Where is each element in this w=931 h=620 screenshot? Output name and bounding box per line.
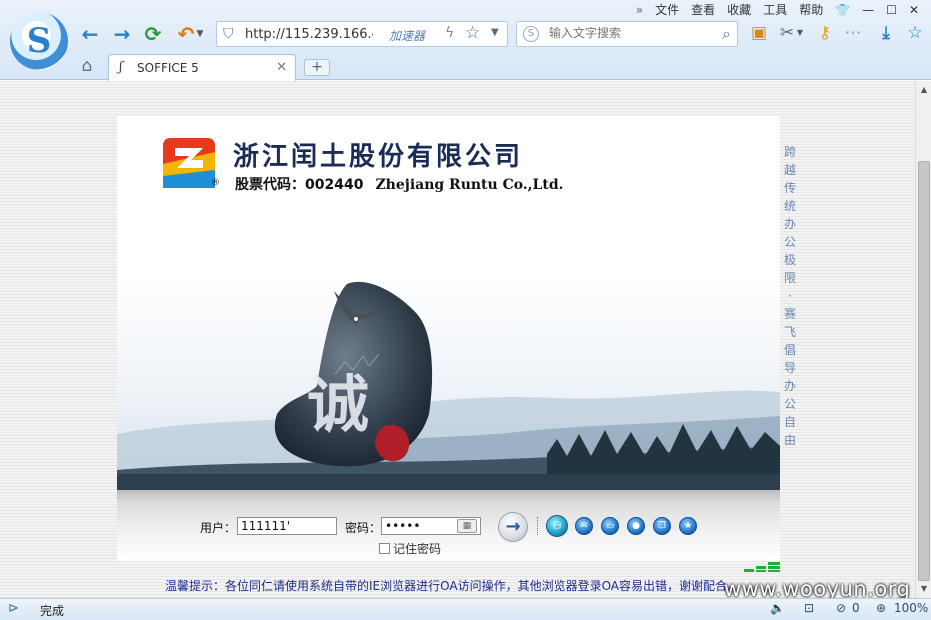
copy-icon[interactable]: ❐ (653, 517, 671, 535)
window-icon[interactable]: ⊡ (804, 601, 814, 615)
zoom-icon[interactable]: ⊕ (876, 601, 886, 615)
menu-file[interactable]: 文件 (655, 1, 679, 18)
scroll-down-icon[interactable]: ▼ (919, 584, 929, 594)
signal-icon (744, 562, 780, 572)
scroll-thumb[interactable] (918, 161, 930, 581)
refresh-button[interactable]: ⟳ (141, 22, 165, 46)
menu-expand-icon[interactable]: » (636, 3, 643, 17)
menu-tools[interactable]: 工具 (763, 1, 787, 18)
password-label: 密码： (345, 521, 382, 535)
tab-soffice[interactable]: ʃ SOFFICE 5 ✕ (108, 54, 296, 81)
status-bar: ⊳ 完成 🔈 ⊡ ⊘ 0 ⊕ 100% (0, 598, 931, 620)
skin-icon[interactable]: 👕 (835, 3, 850, 17)
stock-info: 股票代码：002440 Zhejiang Runtu Co.,Ltd. (235, 174, 564, 194)
lightning-icon[interactable]: ϟ (445, 25, 454, 41)
home-icon[interactable]: ⌂ (76, 56, 98, 76)
tab-close-icon[interactable]: ✕ (276, 60, 287, 75)
menu-help[interactable]: 帮助 (799, 1, 823, 18)
menu-favorites[interactable]: 收藏 (727, 1, 751, 18)
tab-bar: ⌂ ʃ SOFFICE 5 ✕ + (0, 52, 931, 81)
menu-bar: » 文件 查看 收藏 工具 帮助 👕 — ☐ ✕ (636, 1, 919, 18)
remember-checkbox[interactable] (379, 543, 390, 554)
sidebar-toggle-icon[interactable]: ⊳ (8, 601, 19, 616)
status-text: 完成 (40, 604, 65, 618)
key-icon[interactable]: ⚷ (814, 22, 836, 44)
login-panel: ® 浙江闰土股份有限公司 股票代码：002440 Zhejiang Runtu C… (117, 116, 780, 561)
scroll-up-icon[interactable]: ▲ (919, 85, 929, 95)
shield-icon: ⛉ (223, 26, 234, 42)
login-form: 用户： 密码： ▦ 记住密码 → ⚇ ✉ ▭ ● ❐ ★ (117, 490, 780, 561)
forward-button[interactable]: → (110, 22, 134, 46)
stock-code: 股票代码：002440 (235, 177, 364, 193)
monitor-icon[interactable]: ▭ (601, 517, 619, 535)
landscape-illustration: 诚 (117, 274, 780, 490)
close-icon[interactable]: ✕ (909, 3, 919, 17)
user-label: 用户： (200, 521, 237, 535)
connect-icon[interactable]: ⚇ (546, 515, 568, 537)
username-input[interactable] (237, 517, 337, 535)
vertical-scrollbar[interactable]: ▲ ▼ (915, 81, 931, 598)
watermark: www.wooyun.org (724, 577, 911, 598)
search-engine-icon[interactable]: S (523, 26, 539, 42)
new-tab-button[interactable]: + (304, 59, 330, 76)
page-content: ® 浙江闰土股份有限公司 股票代码：002440 Zhejiang Runtu C… (0, 81, 915, 598)
search-box[interactable]: S ⌕ (516, 21, 738, 47)
cut-dropdown-icon[interactable]: ▼ (794, 22, 806, 44)
tab-favicon: ʃ (119, 60, 123, 75)
back-button[interactable]: ← (78, 22, 102, 46)
side-slogan: 跨 越 传 统 办 公 极 限 · 赛 飞 倡 导 办 公 自 由 (783, 145, 796, 447)
star-badge-icon[interactable]: ★ (679, 517, 697, 535)
download-icon[interactable]: ⤓ (875, 22, 897, 44)
maximize-icon[interactable]: ☐ (886, 3, 897, 17)
more-icon[interactable]: ⋯ (842, 22, 864, 44)
favorite-star-icon[interactable]: ☆ (465, 23, 480, 43)
user-icon[interactable]: ● (627, 517, 645, 535)
zoom-level[interactable]: 100% (894, 601, 928, 615)
block-icon[interactable]: ⊘ (836, 601, 846, 615)
remember-label: 记住密码 (393, 542, 442, 556)
address-dropdown-icon[interactable]: ▼ (491, 27, 499, 38)
search-icon[interactable]: ⌕ (722, 24, 731, 44)
scene-character: 诚 (307, 368, 369, 441)
minimize-icon[interactable]: — (862, 3, 874, 17)
favorites-star-icon[interactable]: ☆ (904, 22, 926, 44)
soft-keyboard-icon[interactable]: ▦ (457, 519, 477, 533)
search-input[interactable] (549, 26, 709, 40)
block-count: 0 (852, 601, 860, 615)
accelerator-label[interactable]: 加速器 (389, 27, 425, 44)
tab-title: SOFFICE 5 (137, 61, 199, 75)
login-button[interactable]: → (498, 512, 528, 542)
volume-icon[interactable]: 🔈 (770, 601, 785, 615)
screenshot-icon[interactable]: ▣ (748, 22, 770, 44)
address-url[interactable]: http://115.239.166.43 (245, 27, 373, 42)
divider (537, 517, 539, 535)
browser-notice: 温馨提示：各位同仁请使用系统自带的IE浏览器进行OA访问操作，其他浏览器登录OA… (165, 579, 740, 593)
company-logo (163, 138, 215, 188)
undo-dropdown-icon[interactable]: ▼ (194, 22, 206, 46)
remember-password[interactable]: 记住密码 (379, 540, 441, 557)
browser-toolbar: S » 文件 查看 收藏 工具 帮助 👕 — ☐ ✕ ← → ⟳ ↶ ▼ ⛉ h… (0, 0, 931, 81)
company-english-name: Zhejiang Runtu Co.,Ltd. (375, 177, 564, 193)
mail-icon[interactable]: ✉ (575, 517, 593, 535)
company-name: 浙江闰土股份有限公司 (233, 142, 524, 172)
address-bar[interactable]: ⛉ http://115.239.166.43 加速器 ϟ ☆ ▼ (216, 21, 508, 47)
registered-mark: ® (211, 178, 220, 188)
menu-view[interactable]: 查看 (691, 1, 715, 18)
